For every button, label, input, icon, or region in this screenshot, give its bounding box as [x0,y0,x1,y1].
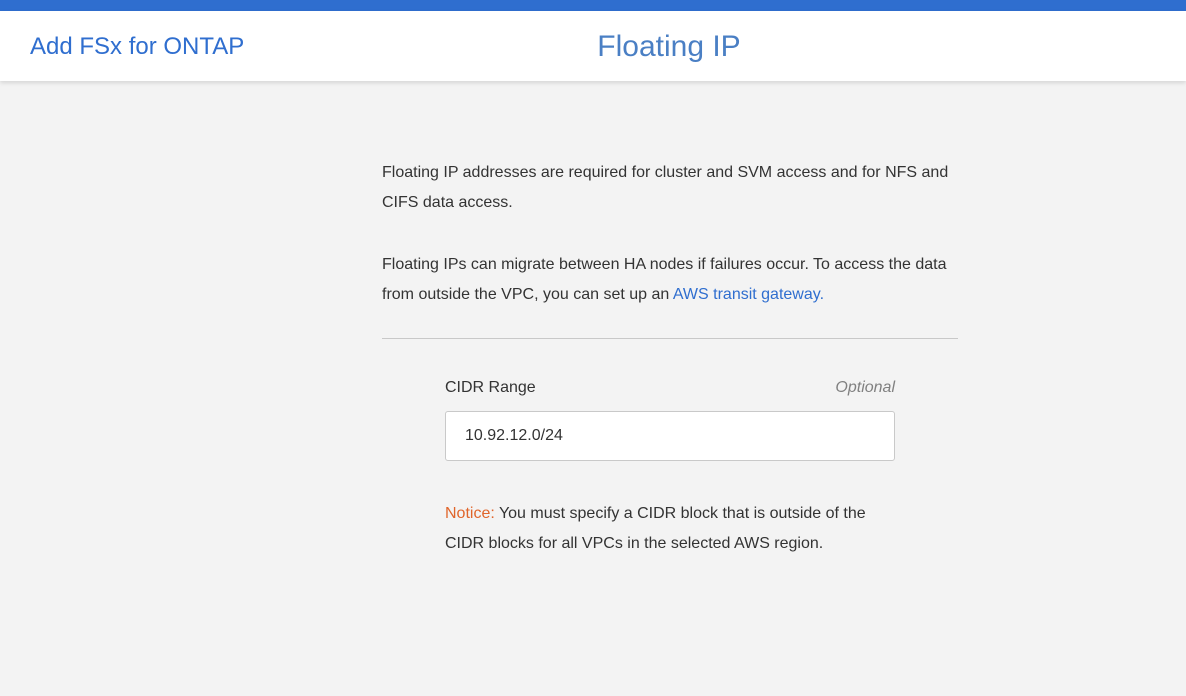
description-section: Floating IP addresses are required for c… [382,158,958,310]
description-paragraph-2-text: Floating IPs can migrate between HA node… [382,256,947,303]
notice-text: You must specify a CIDR block that is ou… [445,505,866,552]
description-paragraph-1: Floating IP addresses are required for c… [382,164,949,211]
page-title: Floating IP [597,30,741,63]
description-paragraph-2: Floating IPs can migrate between HA node… [382,250,958,310]
aws-transit-gateway-link[interactable]: AWS transit gateway. [673,286,824,303]
cidr-range-input[interactable] [445,411,895,461]
top-accent-bar [0,0,1186,11]
wizard-header: Add FSx for ONTAP Floating IP [0,11,1186,81]
optional-label: Optional [835,379,895,396]
cidr-notice: Notice: You must specify a CIDR block th… [445,499,905,559]
notice-label: Notice: [445,505,495,522]
section-divider [382,338,958,339]
cidr-range-label: CIDR Range [445,379,536,396]
